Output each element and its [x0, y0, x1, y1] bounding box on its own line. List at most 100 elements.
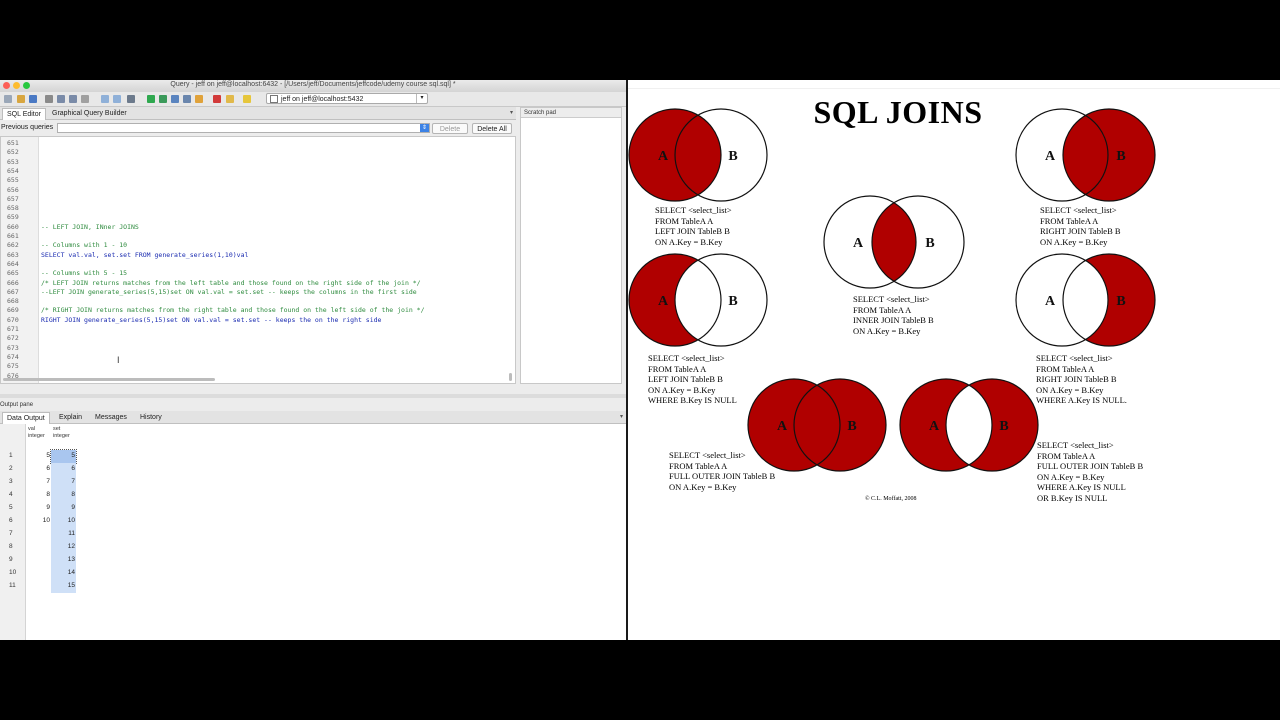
- code-line[interactable]: SELECT val.val, set.set FROM generate_se…: [41, 251, 248, 259]
- code-line[interactable]: RIGHT JOIN generate_series(5,15)set ON v…: [41, 316, 381, 324]
- execute-to-file-icon[interactable]: [171, 95, 179, 103]
- zoom-icon[interactable]: [226, 95, 234, 103]
- checkbox-icon: [270, 95, 278, 104]
- delete-button[interactable]: Delete: [432, 123, 468, 134]
- row-number[interactable]: 10: [9, 569, 16, 576]
- open-file-icon[interactable]: [17, 95, 25, 103]
- row-number[interactable]: 8: [9, 543, 13, 550]
- cancel-query-icon[interactable]: [213, 95, 221, 103]
- delete-all-button[interactable]: Delete All: [472, 123, 512, 134]
- connection-select[interactable]: jeff on jeff@localhost:5432 ▾: [266, 93, 428, 104]
- tabs-menu-icon[interactable]: ▾: [510, 109, 513, 116]
- row-number[interactable]: 5: [9, 504, 13, 511]
- redo-icon[interactable]: [113, 95, 121, 103]
- cell-val[interactable]: 7: [26, 478, 50, 485]
- line-number: 675: [7, 362, 19, 371]
- text-cursor-icon: I: [117, 355, 120, 365]
- caption-line: FROM TableA A: [655, 215, 714, 226]
- query-window: Query - jeff on jeff@localhost:6432 - [/…: [0, 80, 626, 640]
- pane-splitter[interactable]: [0, 394, 626, 398]
- find-icon[interactable]: [127, 95, 135, 103]
- tab-history[interactable]: History: [136, 412, 166, 423]
- scratch-pad[interactable]: Scratch pad: [520, 107, 622, 384]
- help-icon[interactable]: [243, 95, 251, 103]
- sql-joins-diagram: SQL JOINS ABABABABABABAB SELECT <select_…: [628, 80, 1280, 640]
- cell-val[interactable]: 6: [26, 465, 50, 472]
- window-title: Query - jeff on jeff@localhost:6432 - [/…: [170, 81, 456, 88]
- column-header-val[interactable]: val integer: [28, 426, 45, 440]
- cell-val[interactable]: 10: [26, 517, 50, 524]
- execute-pgscript-icon[interactable]: [159, 95, 167, 103]
- caption-left-join-exclusive: SELECT <select_list> FROM TableA A LEFT JO…: [648, 353, 737, 406]
- label-a: A: [777, 419, 788, 434]
- execute-query-icon[interactable]: [147, 95, 155, 103]
- column-header-set[interactable]: set integer: [53, 426, 70, 440]
- cell-set[interactable]: 12: [51, 543, 75, 550]
- tab-explain[interactable]: Explain: [55, 412, 86, 423]
- caption-line: FROM TableA A: [1040, 215, 1099, 226]
- cell-set[interactable]: 15: [51, 582, 75, 589]
- row-number[interactable]: 2: [9, 465, 13, 472]
- row-header-column: 1 2 3 4 5 6 7 8 9 10 11: [0, 424, 26, 640]
- row-number[interactable]: 9: [9, 556, 13, 563]
- cell-set[interactable]: 8: [51, 491, 75, 498]
- code-line[interactable]: -- Columns with 1 - 10: [41, 241, 127, 249]
- tab-graphical-query-builder[interactable]: Graphical Query Builder: [48, 108, 131, 119]
- code-line[interactable]: /* RIGHT JOIN returns matches from the r…: [41, 306, 425, 314]
- caption-line: LEFT JOIN TableB B: [648, 374, 723, 384]
- code-line[interactable]: --LEFT JOIN generate_series(5,15)set ON …: [41, 288, 417, 296]
- vertical-scrollbar[interactable]: [509, 373, 512, 381]
- cell-val[interactable]: 5: [26, 452, 50, 459]
- caption-line: SELECT <select_list>: [1040, 205, 1117, 215]
- row-number[interactable]: 3: [9, 478, 13, 485]
- caption-line: FULL OUTER JOIN TableB B: [669, 471, 776, 481]
- row-number[interactable]: 11: [9, 582, 16, 589]
- previous-queries-bar: Previous queries ⇕ Delete Delete All: [0, 121, 516, 135]
- row-number[interactable]: 4: [9, 491, 13, 498]
- undo-icon[interactable]: [101, 95, 109, 103]
- horizontal-scrollbar[interactable]: [3, 378, 215, 381]
- code-line[interactable]: -- Columns with 5 - 15: [41, 269, 127, 277]
- caption-full-outer-join: SELECT <select_list> FROM TableA A FULL OU…: [669, 450, 775, 492]
- line-number: 668: [7, 297, 19, 306]
- desktop-screen: Query - jeff on jeff@localhost:6432 - [/…: [0, 80, 1280, 640]
- code-line[interactable]: -- LEFT JOIN, INner JOINS: [41, 223, 139, 231]
- cell-set[interactable]: 5: [51, 452, 75, 459]
- cell-set[interactable]: 9: [51, 504, 75, 511]
- paste-icon[interactable]: [69, 95, 77, 103]
- line-number: 662: [7, 241, 19, 250]
- label-b: B: [999, 419, 1008, 434]
- cell-val[interactable]: 9: [26, 504, 50, 511]
- line-number: 658: [7, 204, 19, 213]
- cut-icon[interactable]: [45, 95, 53, 103]
- copy-icon[interactable]: [57, 95, 65, 103]
- cell-set[interactable]: 7: [51, 478, 75, 485]
- tab-data-output[interactable]: Data Output: [2, 412, 50, 424]
- caption-line: SELECT <select_list>: [669, 450, 746, 460]
- code-line[interactable]: /* LEFT JOIN returns matches from the le…: [41, 279, 421, 287]
- cell-val[interactable]: 8: [26, 491, 50, 498]
- caption-line: RIGHT JOIN TableB B: [1040, 226, 1121, 236]
- sql-editor[interactable]: 651 652 653 654 655 656 657 658 659 660 661 662 663 6…: [0, 136, 516, 384]
- output-tabs-menu-icon[interactable]: ▾: [620, 413, 623, 420]
- clear-icon[interactable]: [81, 95, 89, 103]
- save-file-icon[interactable]: [29, 95, 37, 103]
- cell-set[interactable]: 13: [51, 556, 75, 563]
- cell-set[interactable]: 14: [51, 569, 75, 576]
- caption-line: RIGHT JOIN TableB B: [1036, 374, 1117, 384]
- row-number[interactable]: 6: [9, 517, 13, 524]
- explain-icon[interactable]: [183, 95, 191, 103]
- previous-queries-select[interactable]: ⇕: [57, 123, 430, 133]
- row-number[interactable]: 1: [9, 452, 13, 459]
- cell-set[interactable]: 6: [51, 465, 75, 472]
- line-number: 654: [7, 166, 19, 175]
- row-number[interactable]: 7: [9, 530, 13, 537]
- tab-sql-editor[interactable]: SQL Editor: [2, 108, 46, 120]
- cell-set[interactable]: 11: [51, 530, 75, 537]
- label-b: B: [728, 149, 737, 164]
- cell-set[interactable]: 10: [51, 517, 75, 524]
- new-window-icon[interactable]: [4, 95, 12, 103]
- explain-analyze-icon[interactable]: [195, 95, 203, 103]
- tab-messages[interactable]: Messages: [91, 412, 131, 423]
- line-number: 656: [7, 185, 19, 194]
